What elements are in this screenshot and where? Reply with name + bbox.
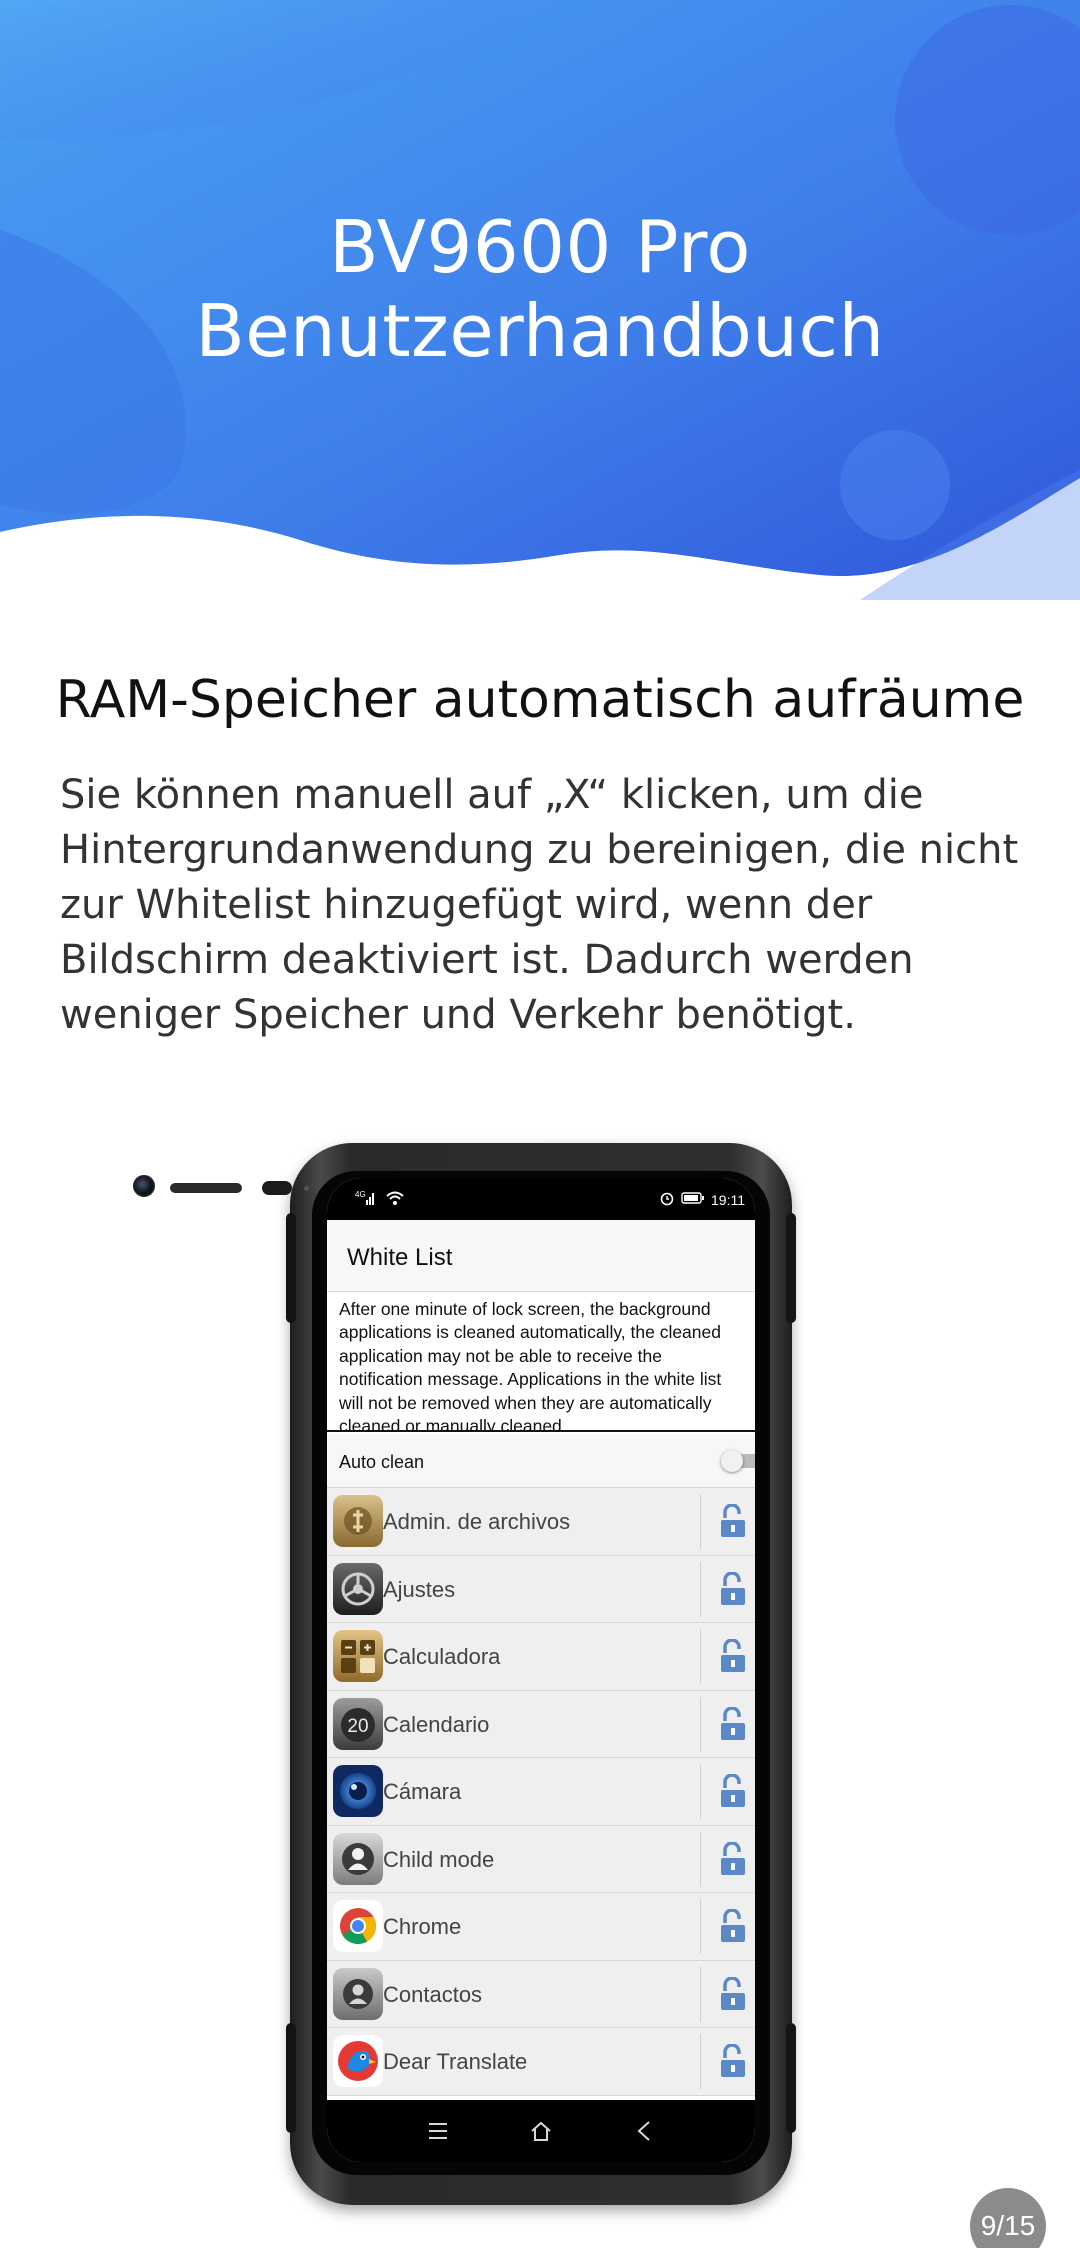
- list-item-child-mode[interactable]: Child mode: [327, 1825, 755, 1893]
- status-bar: 4G 19:11: [327, 1178, 755, 1220]
- alarm-icon: [659, 1190, 675, 1209]
- file-manager-icon: [333, 1495, 383, 1547]
- home-icon[interactable]: [526, 2116, 556, 2146]
- list-item-camara[interactable]: Cámara: [327, 1758, 755, 1826]
- divider: [700, 1561, 701, 1617]
- contacts-icon: [333, 1967, 383, 2020]
- navigation-bar: [327, 2100, 755, 2162]
- divider: [700, 1629, 701, 1684]
- battery-icon: [681, 1191, 705, 1208]
- phone-bumper: [786, 2023, 796, 2133]
- page-indicator: 9/15: [970, 2188, 1046, 2248]
- unlock-icon[interactable]: [715, 1908, 747, 1943]
- camera-icon: [333, 1765, 383, 1817]
- app-list: Admin. de archivos Ajustes Calculadora 2…: [327, 1488, 755, 2096]
- calendar-day: 20: [347, 1716, 368, 1737]
- list-item-admin-de-archivos[interactable]: Admin. de archivos: [327, 1488, 755, 1556]
- whitelist-description: After one minute of lock screen, the bac…: [327, 1292, 755, 1432]
- child-mode-icon: [333, 1832, 383, 1885]
- description-line: cleaned or manually cleaned.: [339, 1416, 567, 1432]
- description-line: applications is cleaned automatically, t…: [339, 1322, 721, 1343]
- section-title: RAM-Speicher automatisch aufräume: [55, 670, 1025, 730]
- chrome-icon: [333, 1900, 383, 1952]
- front-camera-icon: [133, 1175, 155, 1197]
- settings-icon: [333, 1562, 383, 1615]
- app-name: Contactos: [383, 1981, 483, 2007]
- wifi-icon: [385, 1190, 405, 1209]
- app-name: Ajustes: [383, 1576, 456, 1602]
- phone-bumper: [286, 2023, 296, 2133]
- description-line: notification message. Applications in th…: [339, 1369, 722, 1390]
- description-line: application may not be able to receive t…: [339, 1345, 662, 1366]
- list-item-calendario[interactable]: 20 Calendario: [327, 1690, 755, 1758]
- app-name: Child mode: [383, 1846, 495, 1872]
- phone-bumper: [786, 1213, 796, 1323]
- app-name: Cámara: [383, 1779, 462, 1804]
- unlock-icon[interactable]: [715, 2043, 747, 2078]
- divider: [700, 1764, 701, 1819]
- signal-icon: 4G: [355, 1190, 377, 1209]
- phone-screen: 4G 19:11 White List After one minute of …: [327, 1178, 755, 2162]
- divider: [700, 1494, 701, 1549]
- description-line: After one minute of lock screen, the bac…: [339, 1299, 711, 1319]
- auto-clean-row[interactable]: Auto clean: [327, 1434, 755, 1488]
- divider: [700, 2034, 701, 2089]
- unlock-icon[interactable]: [715, 1570, 747, 1606]
- calendar-icon: 20: [333, 1697, 383, 1750]
- unlock-icon[interactable]: [715, 1975, 747, 2011]
- list-item-ajustes[interactable]: Ajustes: [327, 1555, 755, 1623]
- list-item-contactos[interactable]: Contactos: [327, 1960, 755, 2028]
- header-banner: BV9600 Pro Benutzerhandbuch: [0, 0, 1080, 600]
- status-time: 19:11: [711, 1191, 745, 1208]
- calculator-icon: [333, 1630, 383, 1682]
- menu-icon[interactable]: [423, 2116, 453, 2146]
- divider: [700, 1899, 701, 1954]
- network-type-label: 4G: [355, 1190, 366, 1199]
- phone-bumper: [286, 1213, 296, 1323]
- divider: [700, 1696, 701, 1752]
- unlock-icon[interactable]: [715, 1638, 747, 1673]
- screen-title: White List: [347, 1244, 453, 1271]
- indicator-light: [304, 1186, 309, 1191]
- section-body: Sie können manuell auf „X“ klicken, um d…: [60, 772, 1019, 1038]
- app-name: Chrome: [383, 1914, 462, 1939]
- list-item-calculadora[interactable]: Calculadora: [327, 1623, 755, 1691]
- app-name: Dear Translate: [383, 2049, 528, 2074]
- list-item-dear-translate[interactable]: Dear Translate: [327, 2028, 755, 2096]
- app-bar: White List: [327, 1220, 755, 1292]
- divider: [700, 1831, 701, 1887]
- unlock-icon[interactable]: [715, 1705, 747, 1741]
- toggle-knob: [721, 1450, 743, 1472]
- app-name: Calculadora: [383, 1644, 501, 1669]
- proximity-sensor: [262, 1181, 292, 1195]
- app-name: Calendario: [383, 1711, 490, 1737]
- auto-clean-toggle[interactable]: [721, 1450, 755, 1472]
- manual-title: BV9600 Pro Benutzerhandbuch: [195, 205, 885, 373]
- divider: [700, 1966, 701, 2022]
- back-icon[interactable]: [629, 2116, 659, 2146]
- unlock-icon[interactable]: [715, 1773, 747, 1808]
- description-line: will not be removed when they are automa…: [339, 1392, 712, 1413]
- app-name: Admin. de archivos: [383, 1509, 571, 1534]
- earpiece-speaker: [170, 1183, 242, 1193]
- dear-translate-icon: [333, 2035, 383, 2087]
- auto-clean-label: Auto clean: [339, 1452, 425, 1472]
- unlock-icon[interactable]: [715, 1840, 747, 1876]
- list-item-chrome[interactable]: Chrome: [327, 1893, 755, 1961]
- unlock-icon[interactable]: [715, 1503, 747, 1538]
